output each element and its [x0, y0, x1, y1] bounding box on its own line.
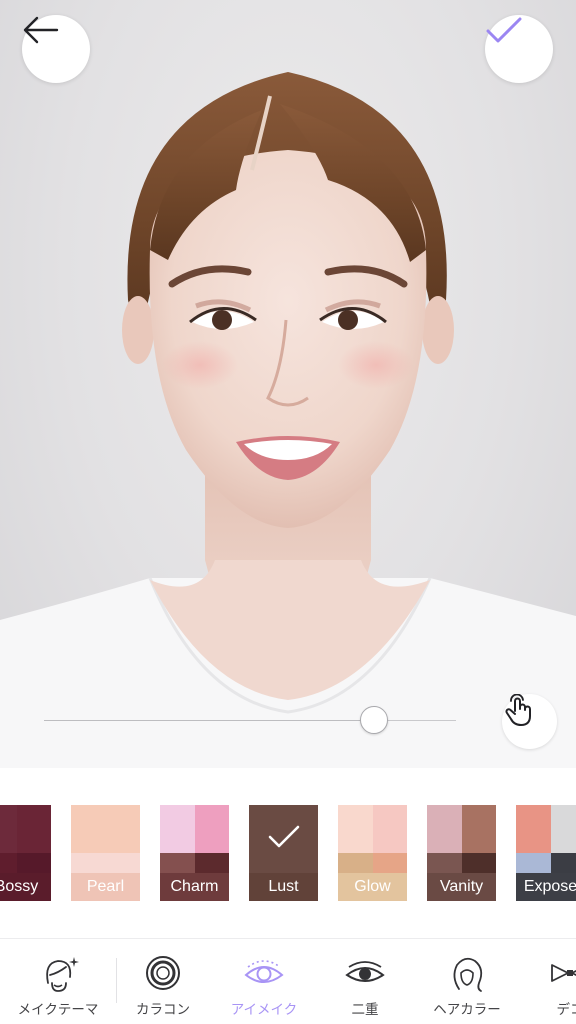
compare-button[interactable] [502, 694, 557, 749]
tab-hair-color[interactable]: ヘアカラー [417, 939, 517, 1024]
palette-label: Glow [338, 873, 407, 901]
palette-glow[interactable]: Glow [338, 805, 407, 901]
palette-label: Pearl [71, 873, 140, 901]
palette-color-cell [338, 805, 373, 853]
palette-color-cell [71, 805, 106, 853]
palette-label: Lust [249, 873, 318, 901]
palette-pearl[interactable]: Pearl [71, 805, 140, 901]
palette-color-cell [427, 805, 462, 853]
palette-color-cell [194, 805, 229, 853]
confirm-button[interactable] [485, 15, 553, 83]
portrait-illustration [0, 72, 576, 768]
eye-makeup-icon [242, 953, 286, 993]
palette-color-cell [160, 805, 195, 853]
photo-preview [0, 0, 576, 768]
palette-color-cell [0, 805, 17, 853]
arrow-left-icon [23, 16, 59, 44]
palette-label: Bossy [0, 873, 51, 901]
palette-label: Charm [160, 873, 229, 901]
tab-label: 二重 [351, 1002, 379, 1018]
palette-color-cell [372, 805, 407, 853]
selected-check-icon [249, 823, 318, 863]
tab-contact-lens[interactable]: カラコン [113, 939, 213, 1024]
contact-lens-icon [141, 953, 185, 993]
palette-charm[interactable]: Charm [160, 805, 229, 901]
palette-label: Vanity [427, 873, 496, 901]
eye-palette-strip: Bossy Pearl Charm Lust Glow Vanity Expose [0, 768, 576, 938]
face-sparkle-icon [36, 953, 80, 993]
palette-color-cell [16, 805, 51, 853]
palette-vanity[interactable]: Vanity [427, 805, 496, 901]
slider-fill [44, 720, 374, 721]
tab-double-eyelid[interactable]: 二重 [315, 939, 415, 1024]
palette-color-cell [516, 805, 551, 853]
palette-color-cell [550, 805, 576, 853]
tab-face-sparkle[interactable]: メイクテーマ [8, 939, 108, 1024]
palette-bossy[interactable]: Bossy [0, 805, 51, 901]
tab-eye-makeup[interactable]: アイメイク [214, 939, 314, 1024]
double-eyelid-icon [343, 953, 387, 993]
palette-color-cell [105, 805, 140, 853]
hand-tap-icon [505, 694, 531, 726]
tab-label: デコ [556, 1002, 576, 1018]
slider-thumb[interactable] [359, 706, 388, 734]
palette-lust[interactable]: Lust [249, 805, 318, 901]
ribbon-icon [548, 953, 576, 993]
palette-label: Expose [516, 873, 576, 901]
checkmark-icon [486, 17, 522, 43]
tab-label: カラコン [136, 1002, 190, 1018]
tab-label: アイメイク [230, 1002, 298, 1018]
hair-color-icon [445, 953, 489, 993]
tab-label: ヘアカラー [433, 1002, 501, 1018]
intensity-slider[interactable] [44, 706, 456, 734]
tab-ribbon[interactable]: デコ [520, 939, 576, 1024]
palette-color-cell [461, 805, 496, 853]
bottom-tab-bar: メイクテーマ カラコン アイメイク 二重 ヘアカラー デコ [0, 939, 576, 1024]
palette-expose[interactable]: Expose [516, 805, 576, 901]
back-button[interactable] [22, 15, 90, 83]
tab-label: メイクテーマ [17, 1002, 99, 1018]
